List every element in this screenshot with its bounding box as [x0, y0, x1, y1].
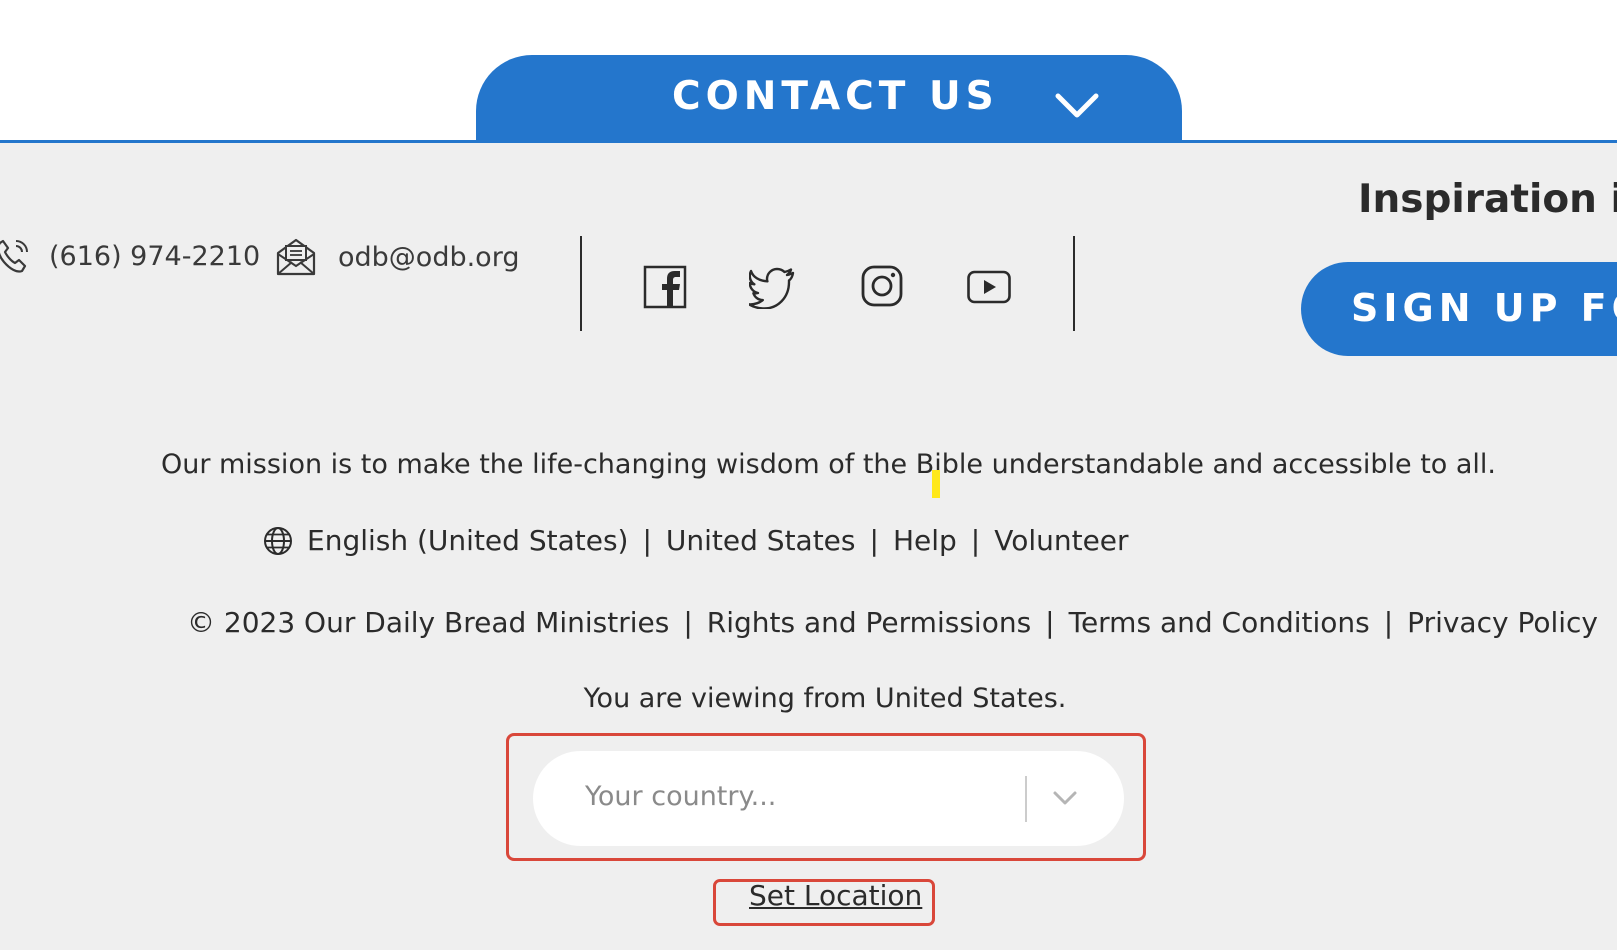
text-cursor-marker — [932, 470, 940, 498]
separator: | — [683, 606, 693, 639]
terms-conditions-link[interactable]: Terms and Conditions — [1069, 606, 1370, 639]
twitter-icon — [749, 267, 795, 309]
country-link[interactable]: United States — [666, 524, 856, 557]
facebook-link[interactable] — [641, 263, 689, 311]
help-link[interactable]: Help — [893, 524, 957, 557]
viewing-location-text: You are viewing from United States. — [583, 683, 1067, 714]
privacy-policy-link[interactable]: Privacy Policy — [1407, 606, 1598, 639]
twitter-link[interactable] — [749, 263, 797, 311]
language-links-row: English (United States) | United States … — [263, 524, 1129, 557]
separator: | — [970, 524, 981, 557]
contact-us-label: CONTACT US — [672, 74, 999, 119]
set-location-link[interactable]: Set Location — [749, 879, 922, 912]
select-divider — [1025, 776, 1027, 822]
separator: | — [642, 524, 652, 557]
globe-icon — [264, 526, 292, 555]
contact-us-toggle[interactable]: CONTACT US — [476, 55, 1182, 143]
separator: | — [1383, 606, 1394, 639]
email-address: odb@odb.org — [338, 241, 520, 273]
mission-statement: Our mission is to make the life-changing… — [160, 449, 1497, 480]
rights-permissions-link[interactable]: Rights and Permissions — [707, 606, 1031, 639]
phone-contact[interactable]: (616) 974-2210 — [0, 235, 260, 277]
chevron-down-icon[interactable] — [1049, 782, 1081, 814]
newsletter-signup-button[interactable]: SIGN UP FOR — [1301, 262, 1617, 356]
instagram-icon — [861, 265, 903, 307]
chevron-down-icon — [1055, 93, 1099, 118]
youtube-link[interactable] — [965, 263, 1013, 311]
copyright-text: © 2023 Our Daily Bread Ministries — [187, 606, 670, 639]
language-link[interactable]: English (United States) — [307, 524, 628, 557]
country-select[interactable]: Your country... — [533, 751, 1124, 846]
email-contact[interactable]: odb@odb.org — [274, 235, 519, 279]
signup-label: SIGN UP FOR — [1351, 286, 1617, 330]
youtube-icon — [967, 270, 1011, 304]
mail-icon — [276, 238, 316, 276]
separator: | — [869, 524, 879, 557]
phone-icon — [0, 239, 28, 273]
divider-right — [1073, 236, 1075, 331]
phone-number: (616) 974-2210 — [49, 240, 261, 272]
facebook-icon — [643, 265, 687, 309]
separator: | — [1045, 606, 1055, 639]
country-select-placeholder: Your country... — [585, 781, 777, 812]
instagram-link[interactable] — [858, 262, 906, 310]
newsletter-heading: Inspiration in Y — [1358, 177, 1617, 222]
divider-left — [580, 236, 582, 331]
volunteer-link[interactable]: Volunteer — [994, 524, 1128, 557]
legal-links-row: © 2023 Our Daily Bread Ministries | Righ… — [187, 606, 1598, 639]
